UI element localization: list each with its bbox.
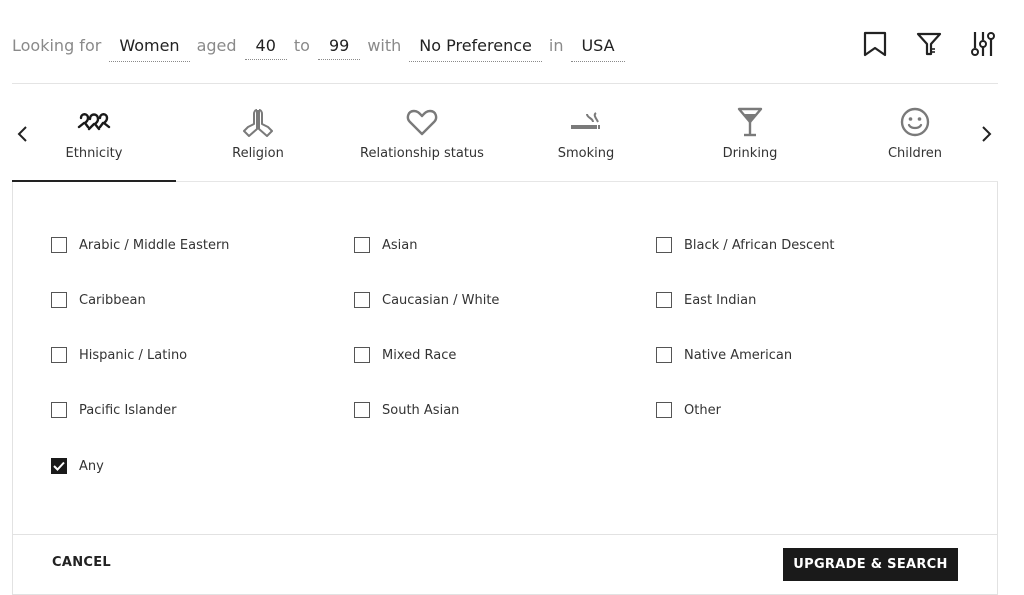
option-east-indian[interactable]: East Indian	[656, 292, 756, 308]
checkbox-checked[interactable]	[51, 458, 67, 474]
option-black-african-descent[interactable]: Black / African Descent	[656, 237, 835, 253]
checkbox[interactable]	[51, 402, 67, 418]
heart-icon	[406, 109, 438, 136]
checkmark-icon	[53, 461, 65, 471]
checkbox[interactable]	[51, 292, 67, 308]
sliders-icon	[971, 32, 995, 56]
option-pacific-islander[interactable]: Pacific Islander	[51, 402, 176, 418]
aged-label: aged	[196, 36, 237, 55]
footer-divider	[13, 534, 997, 535]
tab-label: Smoking	[557, 146, 615, 161]
option-caribbean[interactable]: Caribbean	[51, 292, 146, 308]
to-label: to	[293, 36, 310, 55]
option-label: Native American	[684, 347, 793, 363]
option-asian[interactable]: Asian	[354, 237, 417, 253]
tab-label: Relationship status	[360, 146, 484, 161]
tab-label: Drinking	[722, 146, 778, 161]
tabs-next-button[interactable]	[975, 122, 999, 146]
bookmark-icon	[863, 31, 887, 57]
option-label: Any	[79, 458, 104, 474]
chevron-right-icon	[982, 126, 992, 142]
option-label: Asian	[382, 237, 418, 253]
preference-select[interactable]: No Preference	[409, 33, 542, 62]
option-label: Arabic / Middle Eastern	[79, 237, 230, 253]
in-label: in	[548, 36, 564, 55]
checkbox[interactable]	[354, 347, 370, 363]
option-south-asian[interactable]: South Asian	[354, 402, 459, 418]
cocktail-glass-icon	[737, 107, 763, 137]
option-label: Mixed Race	[382, 347, 457, 363]
checkbox[interactable]	[354, 237, 370, 253]
option-hispanic-latino[interactable]: Hispanic / Latino	[51, 347, 187, 363]
option-label: Black / African Descent	[684, 237, 835, 253]
checkbox[interactable]	[656, 292, 672, 308]
sliders-button[interactable]	[966, 30, 1000, 58]
option-label: East Indian	[684, 292, 757, 308]
tab-religion[interactable]: Religion	[176, 100, 340, 182]
option-any[interactable]: Any	[51, 458, 104, 474]
tab-relationship-status[interactable]: Relationship status	[340, 100, 504, 182]
checkbox[interactable]	[656, 237, 672, 253]
tab-smoking[interactable]: Smoking	[504, 100, 668, 182]
looking-for-label: Looking for	[12, 36, 102, 55]
tab-ethnicity[interactable]: Ethnicity	[12, 100, 176, 182]
filter-icon	[916, 32, 942, 56]
location-select[interactable]: USA	[571, 33, 625, 62]
checkbox[interactable]	[656, 402, 672, 418]
age-min-select[interactable]: 40	[244, 33, 287, 60]
checkbox[interactable]	[656, 347, 672, 363]
search-sentence: Looking for Women aged 40 to 99 with No …	[12, 33, 632, 63]
toolbar	[858, 30, 1000, 58]
people-icon	[77, 113, 111, 131]
with-label: with	[367, 36, 402, 55]
tab-children[interactable]: Children	[833, 100, 997, 182]
cigarette-icon	[571, 112, 600, 129]
tab-drinking[interactable]: Drinking	[668, 100, 832, 182]
checkbox[interactable]	[354, 292, 370, 308]
checkbox[interactable]	[354, 402, 370, 418]
bookmark-button[interactable]	[858, 30, 892, 58]
checkbox[interactable]	[51, 237, 67, 253]
option-label: Caucasian / White	[382, 292, 500, 308]
filter-button[interactable]	[912, 30, 946, 58]
tab-label: Children	[887, 146, 943, 161]
checkbox[interactable]	[51, 347, 67, 363]
smiley-icon	[900, 107, 930, 137]
option-other[interactable]: Other	[656, 402, 721, 418]
upgrade-and-search-button[interactable]: UPGRADE & SEARCH	[783, 548, 958, 581]
option-label: South Asian	[382, 402, 460, 418]
option-label: Hispanic / Latino	[79, 347, 188, 363]
gender-select[interactable]: Women	[109, 33, 190, 62]
option-label: Caribbean	[79, 292, 146, 308]
option-caucasian-white[interactable]: Caucasian / White	[354, 292, 499, 308]
age-max-select[interactable]: 99	[317, 33, 361, 60]
ethnicity-options: Arabic / Middle Eastern Asian Black / Af…	[13, 182, 997, 534]
cancel-button[interactable]: CANCEL	[52, 554, 111, 572]
options-panel: Arabic / Middle Eastern Asian Black / Af…	[12, 182, 998, 595]
option-label: Other	[684, 402, 721, 418]
option-native-american[interactable]: Native American	[656, 347, 792, 363]
tab-label: Ethnicity	[65, 146, 123, 161]
option-mixed-race[interactable]: Mixed Race	[354, 347, 456, 363]
tab-label: Religion	[232, 146, 284, 161]
category-tabs: Ethnicity Religion Relationship status S…	[0, 100, 1024, 182]
header-divider	[12, 83, 998, 84]
praying-hands-icon	[243, 109, 273, 137]
option-arabic-middle-eastern[interactable]: Arabic / Middle Eastern	[51, 237, 229, 253]
option-label: Pacific Islander	[79, 402, 177, 418]
